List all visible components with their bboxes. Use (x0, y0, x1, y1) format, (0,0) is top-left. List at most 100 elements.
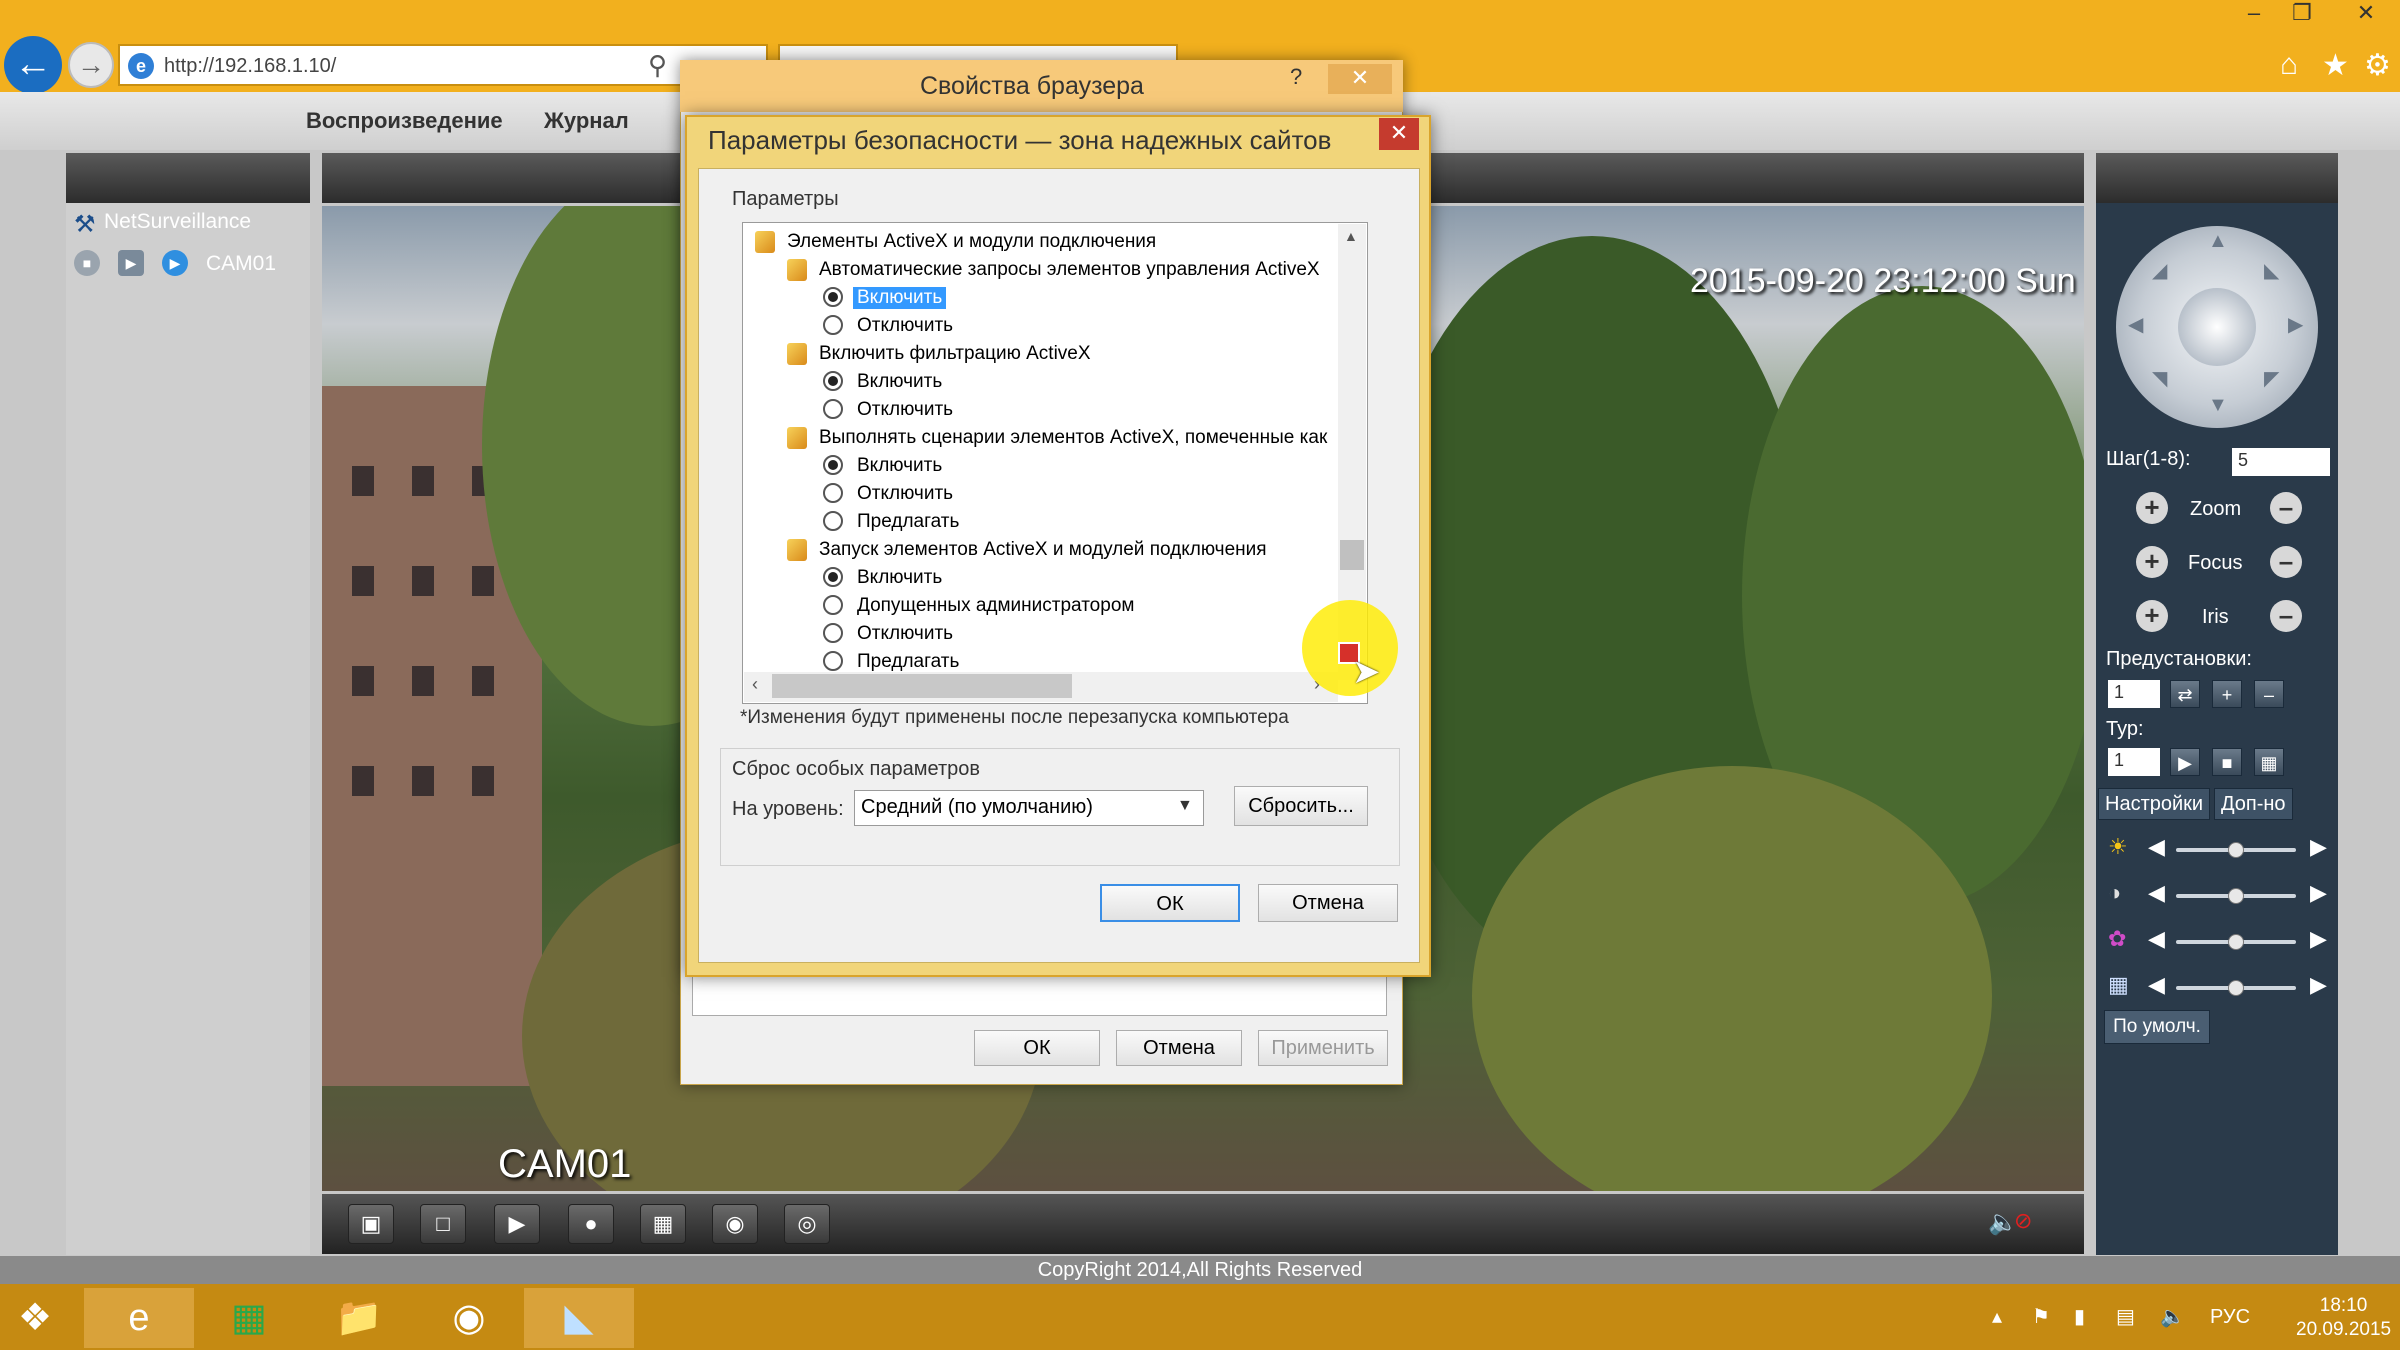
option-label[interactable]: Включить (857, 567, 942, 589)
ptz-right-icon[interactable]: ▶ (2288, 312, 2303, 337)
ptz-down-right-icon[interactable]: ◤ (2264, 366, 2279, 391)
tour-stop-icon[interactable]: ■ (2212, 748, 2242, 776)
contrast-knob[interactable] (2228, 888, 2244, 904)
play-icon[interactable]: ▶ (118, 250, 144, 276)
stop-record-icon[interactable]: ◎ (784, 1204, 830, 1244)
tray-language[interactable]: РУС (2210, 1306, 2250, 1329)
chrome-taskbar-icon[interactable]: ◉ (414, 1288, 524, 1348)
tray-expand-icon[interactable]: ▴ (1992, 1304, 2002, 1329)
option-label[interactable]: Отключить (857, 315, 953, 337)
preset-add-icon[interactable]: + (2212, 680, 2242, 708)
browser-properties-ok-button[interactable]: ОК (974, 1030, 1100, 1066)
scroll-left-icon[interactable]: ‹ (752, 674, 758, 695)
brightness-increase-icon[interactable]: ▶ (2310, 834, 2327, 860)
hue-knob[interactable] (2228, 980, 2244, 996)
tab-settings[interactable]: Настройки (2098, 788, 2211, 820)
radio-button[interactable] (823, 567, 843, 587)
address-bar[interactable]: e http://192.168.1.10/ ⚲ (118, 44, 768, 86)
tray-battery-icon[interactable]: ▮ (2074, 1304, 2085, 1329)
radio-button[interactable] (823, 371, 843, 391)
tour-play-icon[interactable]: ▶ (2170, 748, 2200, 776)
windows-start-icon[interactable]: ❖ (0, 1288, 70, 1348)
menu-log[interactable]: Журнал (544, 108, 629, 134)
cancel-button[interactable]: Отмена (1258, 884, 1398, 922)
single-view-icon[interactable]: □ (420, 1204, 466, 1244)
ptz-center-button[interactable] (2178, 288, 2256, 366)
tab-extra[interactable]: Доп-но (2214, 788, 2293, 820)
option-label[interactable]: Включить (853, 287, 947, 309)
contrast-increase-icon[interactable]: ▶ (2310, 880, 2327, 906)
option-label[interactable]: Отключить (857, 399, 953, 421)
option-label[interactable]: Включить (857, 455, 942, 477)
option-label[interactable]: Отключить (857, 483, 953, 505)
settings-gear-icon[interactable]: ⚙ (2364, 48, 2391, 83)
ptz-up-left-icon[interactable]: ◢ (2152, 258, 2167, 283)
radio-button[interactable] (823, 623, 843, 643)
talk-icon[interactable]: ◉ (712, 1204, 758, 1244)
preset-goto-icon[interactable]: ⇄ (2170, 680, 2200, 708)
option-label[interactable]: Допущенных администратором (857, 595, 1134, 617)
preset-remove-icon[interactable]: – (2254, 680, 2284, 708)
contrast-decrease-icon[interactable]: ◀ (2148, 880, 2165, 906)
focus-out-icon[interactable]: – (2270, 546, 2302, 578)
browser-properties-apply-button[interactable]: Применить (1258, 1030, 1388, 1066)
ptz-left-icon[interactable]: ◀ (2128, 312, 2143, 337)
ptz-up-right-icon[interactable]: ◣ (2264, 258, 2279, 283)
radio-button[interactable] (823, 483, 843, 503)
device-tree-camera[interactable]: CAM01 (206, 252, 276, 276)
level-select[interactable]: Средний (по умолчанию) ▼ (854, 790, 1204, 826)
iris-open-icon[interactable]: + (2136, 600, 2168, 632)
browser-properties-cancel-button[interactable]: Отмена (1116, 1030, 1242, 1066)
radio-button[interactable] (823, 455, 843, 475)
reset-button[interactable]: Сбросить... (1234, 786, 1368, 826)
radio-button[interactable] (823, 651, 843, 671)
preset-input[interactable]: 1 (2108, 680, 2160, 708)
brightness-decrease-icon[interactable]: ◀ (2148, 834, 2165, 860)
iris-close-icon[interactable]: – (2270, 600, 2302, 632)
store-taskbar-icon[interactable]: ▦ (194, 1288, 304, 1348)
menu-playback[interactable]: Воспроизведение (306, 108, 503, 134)
explorer-taskbar-icon[interactable]: 📁 (304, 1288, 414, 1348)
ptz-down-left-icon[interactable]: ◥ (2152, 366, 2167, 391)
tour-input[interactable]: 1 (2108, 748, 2160, 776)
option-label[interactable]: Предлагать (857, 511, 959, 533)
radio-button[interactable] (823, 287, 843, 307)
back-button[interactable]: ← (4, 36, 62, 94)
restore-icon[interactable]: ❐ (2280, 0, 2324, 30)
radio-button[interactable] (823, 315, 843, 335)
saturation-knob[interactable] (2228, 934, 2244, 950)
browser-properties-close-icon[interactable]: ✕ (1328, 64, 1392, 94)
horizontal-scroll-thumb[interactable] (772, 674, 1072, 698)
defaults-button[interactable]: По умолч. (2104, 1010, 2210, 1044)
ie-taskbar-icon[interactable]: e (84, 1288, 194, 1348)
zoom-out-icon[interactable]: – (2270, 492, 2302, 524)
favorites-star-icon[interactable]: ★ (2322, 48, 2349, 83)
radio-button[interactable] (823, 399, 843, 419)
fullscreen-icon[interactable]: ▣ (348, 1204, 394, 1244)
tray-clock[interactable]: 18:10 20.09.2015 (2296, 1294, 2391, 1342)
tray-volume-icon[interactable]: 🔈 (2160, 1304, 2185, 1329)
tray-network-icon[interactable]: ▤ (2116, 1304, 2135, 1329)
app-taskbar-icon[interactable]: ◣ (524, 1288, 634, 1348)
step-select[interactable]: 5 (2232, 448, 2330, 476)
minimize-icon[interactable]: – (2232, 0, 2276, 30)
search-icon[interactable]: ⚲ (648, 50, 667, 81)
stop-icon[interactable]: ■ (74, 250, 100, 276)
ptz-down-icon[interactable]: ▼ (2208, 394, 2228, 417)
option-label[interactable]: Включить (857, 371, 942, 393)
security-settings-close-icon[interactable]: ✕ (1379, 118, 1419, 150)
radio-button[interactable] (823, 511, 843, 531)
saturation-decrease-icon[interactable]: ◀ (2148, 926, 2165, 952)
option-label[interactable]: Предлагать (857, 651, 959, 673)
close-window-icon[interactable]: ✕ (2344, 0, 2388, 30)
tray-flag-icon[interactable]: ⚑ (2032, 1304, 2050, 1329)
tour-grid-icon[interactable]: ▦ (2254, 748, 2284, 776)
playback-icon[interactable]: ▶ (494, 1204, 540, 1244)
device-tree-root[interactable]: NetSurveillance (104, 210, 251, 234)
home-icon[interactable]: ⌂ (2280, 48, 2298, 82)
snapshot-icon[interactable]: ▦ (640, 1204, 686, 1244)
record-icon[interactable]: ● (568, 1204, 614, 1244)
vertical-scroll-thumb[interactable] (1340, 540, 1364, 570)
hue-increase-icon[interactable]: ▶ (2310, 972, 2327, 998)
zoom-in-icon[interactable]: + (2136, 492, 2168, 524)
